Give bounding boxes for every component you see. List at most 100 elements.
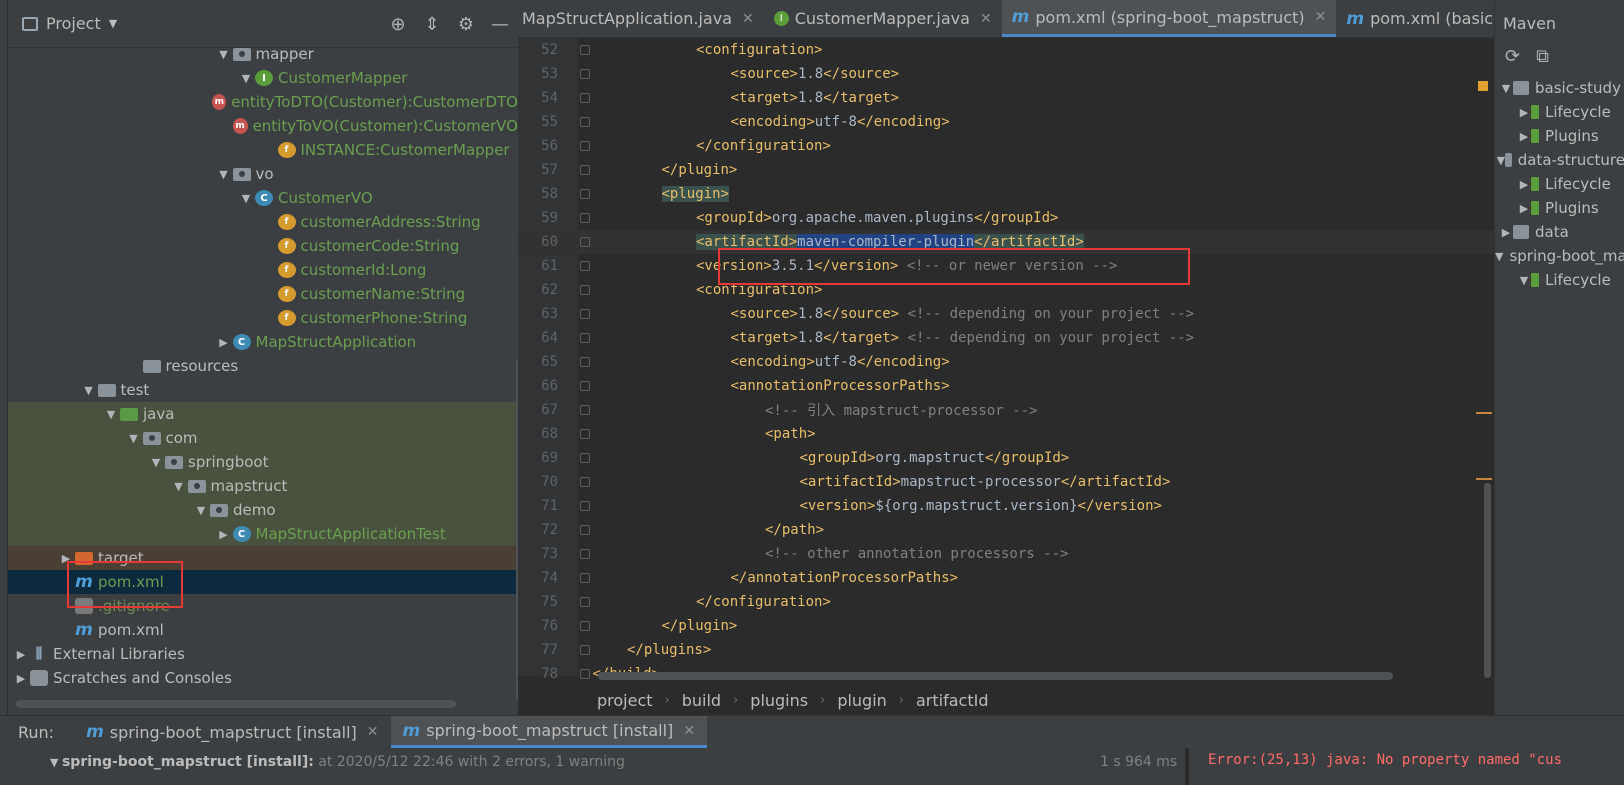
fold-marker-icon[interactable] <box>580 93 590 103</box>
fold-marker-icon[interactable] <box>580 45 590 55</box>
fold-marker-icon[interactable] <box>580 309 590 319</box>
maven-tree-item[interactable]: ▶ Lifecycle <box>1495 172 1624 196</box>
tree-item[interactable]: ▶ ⫼ External Libraries <box>8 642 518 666</box>
maven-title[interactable]: Maven <box>1503 14 1556 33</box>
fold-marker-icon[interactable] <box>580 405 590 415</box>
tree-item[interactable]: m pom.xml <box>8 570 518 594</box>
close-icon[interactable]: ✕ <box>742 11 754 27</box>
editor-tab[interactable]: I CustomerMapper.java ✕ <box>764 0 1002 37</box>
close-icon[interactable]: ✕ <box>367 724 379 740</box>
editor-tab[interactable]: m pom.xml (spring-boot_mapstruct) ✕ <box>1001 0 1337 37</box>
fold-marker-icon[interactable] <box>580 501 590 511</box>
fold-marker-icon[interactable] <box>580 645 590 655</box>
breadcrumb-item[interactable]: build <box>682 691 721 710</box>
fold-marker-icon[interactable] <box>580 285 590 295</box>
chevron-down-icon[interactable]: ▼ <box>215 48 233 61</box>
tree-item[interactable]: m pom.xml <box>8 618 518 642</box>
tree-item[interactable]: f customerName:String <box>8 282 518 306</box>
breadcrumb-item[interactable]: artifactId <box>916 691 988 710</box>
fold-marker-icon[interactable] <box>580 597 590 607</box>
run-divider[interactable] <box>1185 748 1189 785</box>
fold-marker-icon[interactable] <box>580 261 590 271</box>
tree-item[interactable]: ▼ com <box>8 426 518 450</box>
maven-tree-item[interactable]: ▶ data <box>1495 220 1624 244</box>
chevron-right-icon[interactable]: ▶ <box>1517 106 1531 119</box>
project-horizontal-scrollbar[interactable] <box>16 700 456 708</box>
fold-marker-icon[interactable] <box>580 237 590 247</box>
tree-item[interactable]: ▼ mapstruct <box>8 474 518 498</box>
tree-item[interactable]: ▼ test <box>8 378 518 402</box>
fold-marker-icon[interactable] <box>580 549 590 559</box>
tree-item[interactable]: ▼ java <box>8 402 518 426</box>
editor-vertical-scrollbar[interactable] <box>1484 88 1491 678</box>
tree-item[interactable]: f customerPhone:String <box>8 306 518 330</box>
tree-item[interactable]: ▶ C MapStructApplicationTest <box>8 522 518 546</box>
tree-item[interactable]: f customerCode:String <box>8 234 518 258</box>
chevron-right-icon[interactable]: ▶ <box>1499 226 1513 239</box>
chevron-down-icon[interactable]: ▼ <box>237 72 255 85</box>
tree-item[interactable]: ▼ mapper <box>8 42 518 66</box>
tree-item[interactable]: m entityToVO(Customer):CustomerVO <box>8 114 518 138</box>
chevron-down-icon[interactable]: ▼ <box>125 432 143 445</box>
tree-item[interactable]: f customerId:Long <box>8 258 518 282</box>
chevron-right-icon[interactable]: ▶ <box>57 552 75 565</box>
chevron-right-icon[interactable]: ▶ <box>1517 202 1531 215</box>
chevron-right-icon[interactable]: ▶ <box>1517 178 1531 191</box>
close-icon[interactable]: ✕ <box>683 723 695 739</box>
fold-marker-icon[interactable] <box>580 477 590 487</box>
editor-horizontal-scrollbar[interactable] <box>598 672 1393 680</box>
chevron-right-icon[interactable]: ▶ <box>215 336 233 349</box>
chevron-down-icon[interactable]: ▼ <box>147 456 165 469</box>
chevron-down-icon[interactable]: ▼ <box>1499 82 1513 95</box>
tree-item[interactable]: ▼ C CustomerVO <box>8 186 518 210</box>
chevron-down-icon[interactable]: ▼ <box>80 384 98 397</box>
fold-marker-icon[interactable] <box>580 69 590 79</box>
chevron-right-icon[interactable]: ▶ <box>215 528 233 541</box>
tree-item[interactable]: ▶ C MapStructApplication <box>8 330 518 354</box>
chevron-right-icon[interactable]: ▶ <box>1517 130 1531 143</box>
fold-marker-icon[interactable] <box>580 213 590 223</box>
fold-marker-icon[interactable] <box>580 525 590 535</box>
fold-marker-icon[interactable] <box>580 357 590 367</box>
maven-tree-item[interactable]: ▼ data-structure <box>1495 148 1624 172</box>
maven-tree-item[interactable]: ▶ Lifecycle <box>1495 100 1624 124</box>
chevron-down-icon[interactable]: ▼ <box>1497 154 1505 167</box>
maven-tree-item[interactable]: ▶ Plugins <box>1495 124 1624 148</box>
maven-tree-item[interactable]: ▶ Plugins <box>1495 196 1624 220</box>
breadcrumb-item[interactable]: plugins <box>750 691 808 710</box>
collapse-icon[interactable]: ⇕ <box>422 14 442 35</box>
chevron-down-icon[interactable]: ▼ <box>1495 250 1503 263</box>
maven-tree-item[interactable]: ▼ spring-boot_mapstruct <box>1495 244 1624 268</box>
refresh-icon[interactable]: ⟳ <box>1505 46 1520 67</box>
chevron-down-icon[interactable]: ▼ <box>1517 274 1531 287</box>
fold-marker-icon[interactable] <box>580 573 590 583</box>
tree-item[interactable]: f INSTANCE:CustomerMapper <box>8 138 518 162</box>
tree-item[interactable]: f customerAddress:String <box>8 210 518 234</box>
minimize-icon[interactable]: — <box>490 14 510 35</box>
maven-tree-item[interactable]: ▼ Lifecycle <box>1495 268 1624 292</box>
breadcrumb-item[interactable]: project <box>597 691 653 710</box>
chevron-down-icon[interactable]: ▼ <box>192 504 210 517</box>
fold-marker-icon[interactable] <box>580 669 590 679</box>
gear-icon[interactable]: ⚙ <box>456 14 476 35</box>
locate-icon[interactable]: ⊕ <box>388 14 408 35</box>
fold-marker-icon[interactable] <box>580 165 590 175</box>
chevron-down-icon[interactable]: ▼ <box>237 192 255 205</box>
tree-item[interactable]: ▼ I CustomerMapper <box>8 66 518 90</box>
chevron-down-icon[interactable]: ▼ <box>102 408 120 421</box>
fold-marker-icon[interactable] <box>580 117 590 127</box>
tree-item[interactable]: resources <box>8 354 518 378</box>
maven-tree-item[interactable]: ▼ basic-study <box>1495 76 1624 100</box>
tree-item[interactable]: .gitignore <box>8 594 518 618</box>
fold-marker-icon[interactable] <box>580 429 590 439</box>
fold-marker-icon[interactable] <box>580 621 590 631</box>
tree-item[interactable]: ▼ vo <box>8 162 518 186</box>
chevron-right-icon[interactable]: ▶ <box>12 648 30 661</box>
editor-tab[interactable]: mpom.xml (basic-study)✕ <box>1336 0 1494 37</box>
breadcrumb-item[interactable]: plugin <box>837 691 886 710</box>
run-tab[interactable]: m spring-boot_mapstruct [install] ✕ <box>74 716 390 748</box>
fold-marker-icon[interactable] <box>580 453 590 463</box>
scroll-thumb[interactable] <box>1484 483 1491 678</box>
add-project-icon[interactable]: ⧉ <box>1536 46 1549 67</box>
fold-marker-icon[interactable] <box>580 381 590 391</box>
